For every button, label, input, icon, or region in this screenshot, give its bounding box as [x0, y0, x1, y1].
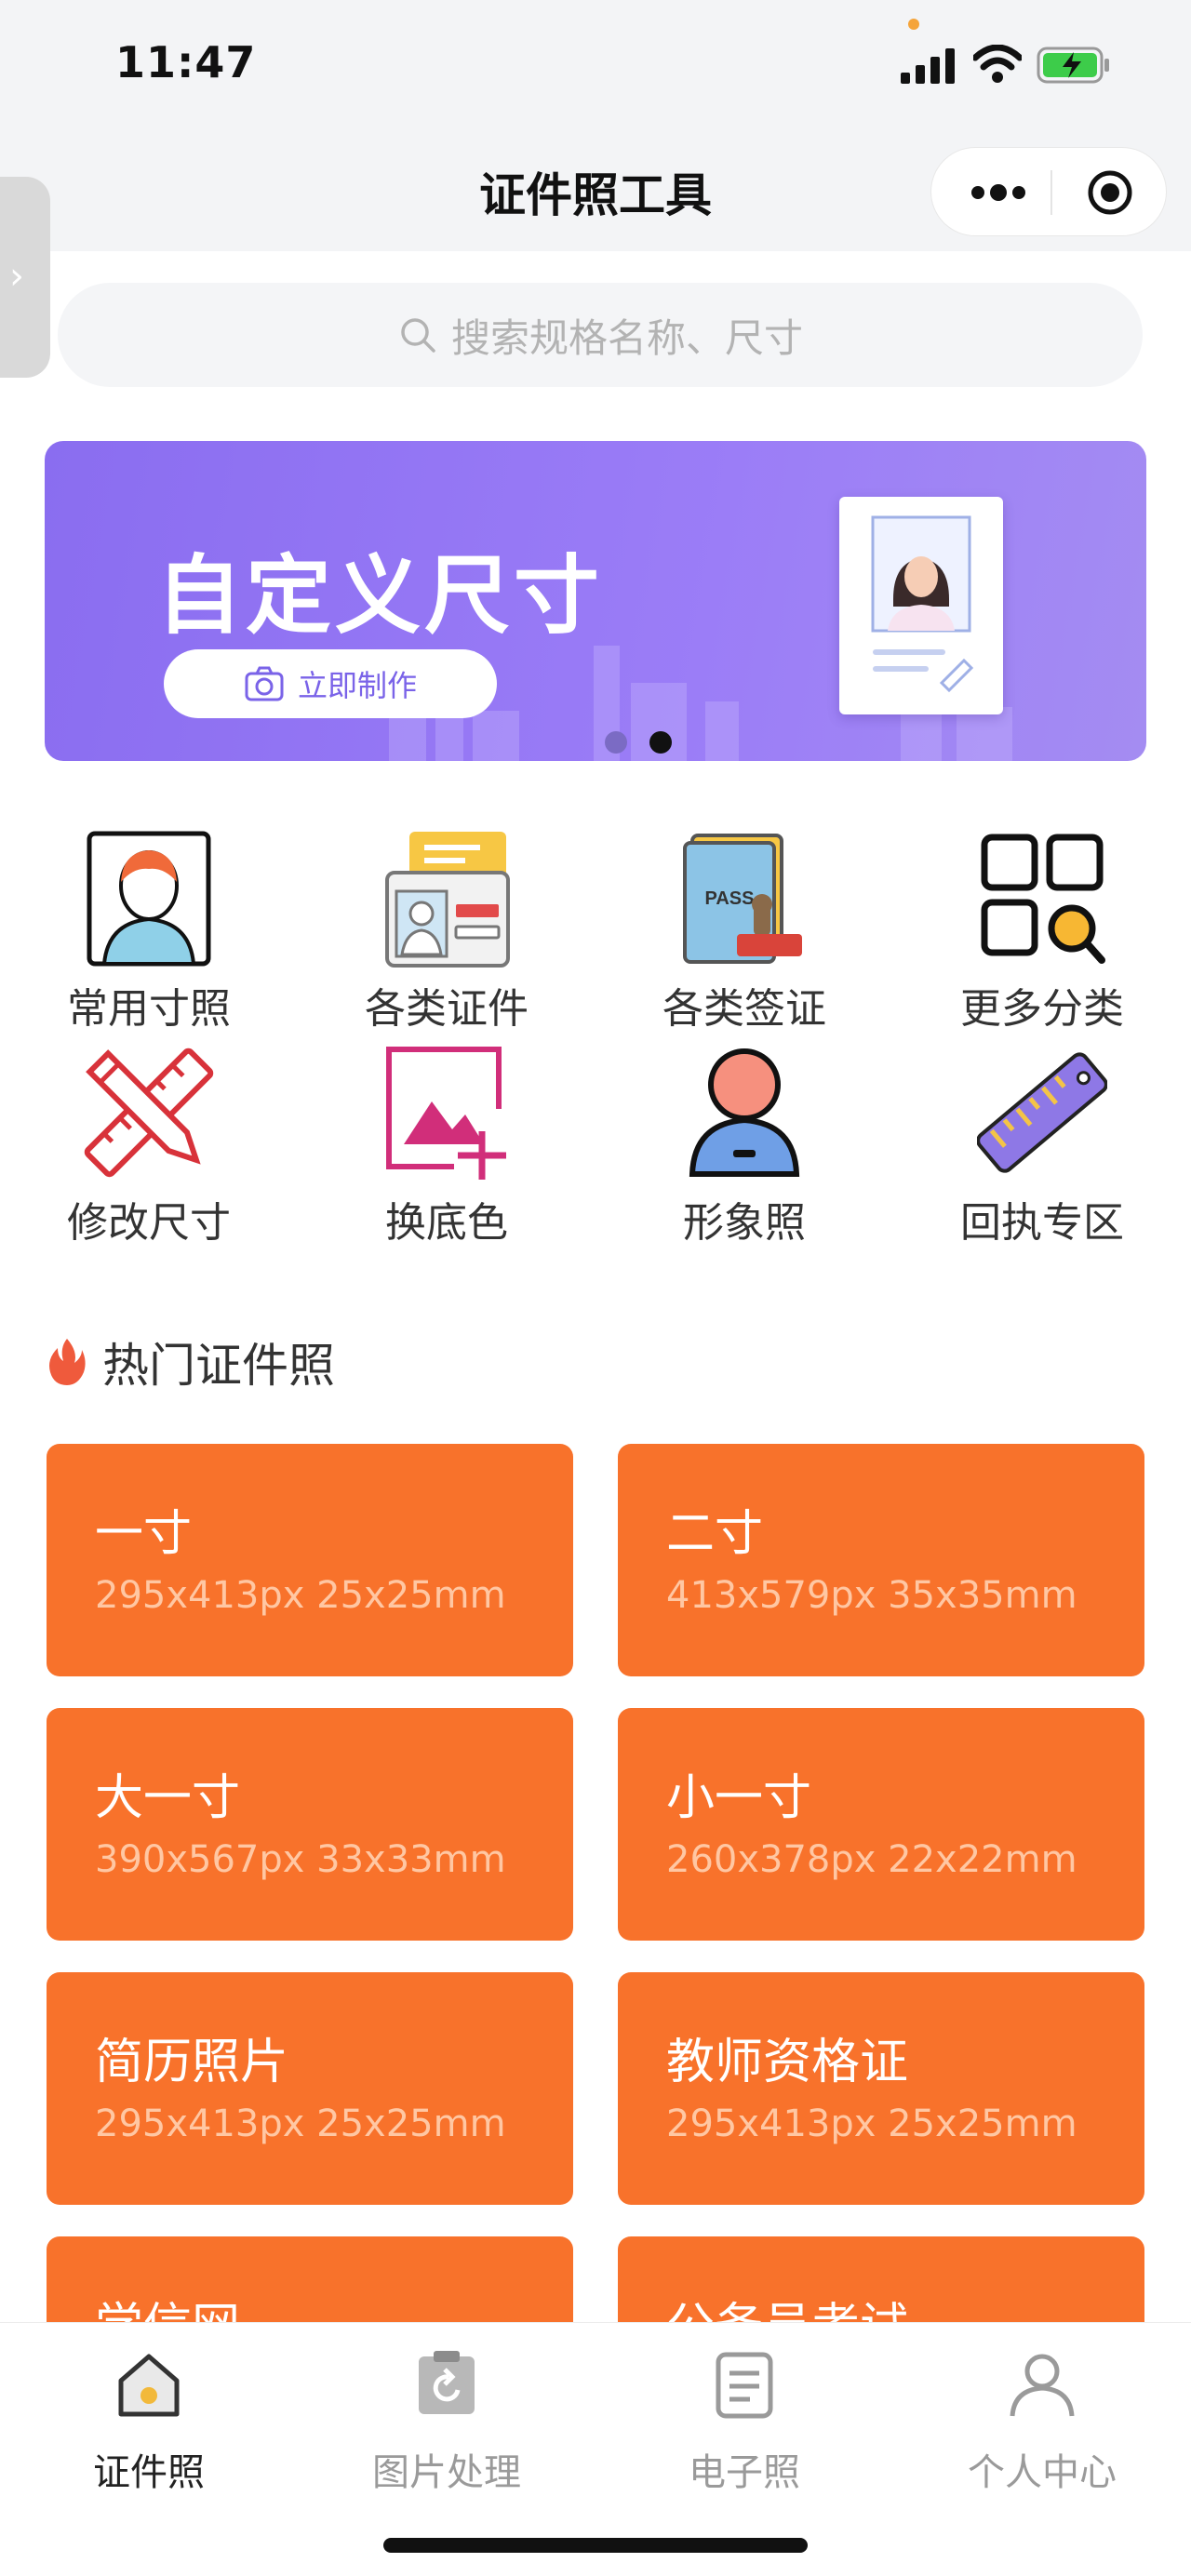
privacy-indicator-icon: [908, 19, 919, 30]
camera-icon: [245, 666, 284, 701]
document-icon: [716, 2352, 773, 2419]
spec-card[interactable]: 小一寸 260x378px 22x22mm: [618, 1708, 1144, 1941]
spec-card[interactable]: 教师资格证 295x413px 25x25mm: [618, 1972, 1144, 2205]
wifi-icon: [973, 45, 1022, 83]
category-visas[interactable]: PASS 各类签证: [596, 830, 893, 1044]
spec-card[interactable]: 二寸 413x579px 35x35mm: [618, 1444, 1144, 1676]
spec-card[interactable]: 一寸 295x413px 25x25mm: [47, 1444, 573, 1676]
tab-profile[interactable]: 个人中心: [893, 2349, 1191, 2494]
category-label: 换底色: [385, 1199, 508, 1247]
category-label: 常用寸照: [67, 985, 231, 1033]
tab-label: 证件照: [93, 2451, 205, 2494]
close-miniprogram-icon[interactable]: [1086, 168, 1134, 217]
spec-card-name: 简历照片: [95, 2035, 289, 2090]
ruler-icon: [977, 1052, 1107, 1173]
person-avatar-icon: [689, 1048, 800, 1177]
tab-image-process[interactable]: 图片处理: [298, 2349, 596, 2494]
category-label: 形象照: [683, 1199, 806, 1247]
spec-card[interactable]: 大一寸 390x567px 33x33mm: [47, 1708, 573, 1941]
tab-id-photo[interactable]: 证件照: [0, 2349, 298, 2494]
portrait-frame-icon: [87, 831, 211, 967]
banner-pager-dot-1[interactable]: [605, 731, 627, 754]
id-photo-card-illustration: [839, 497, 1003, 714]
category-label: 各类证件: [365, 985, 529, 1033]
image-add-icon: [386, 1047, 506, 1180]
category-receipt[interactable]: 回执专区: [893, 1044, 1191, 1258]
home-indicator: [383, 2538, 808, 2553]
search-icon: [401, 318, 435, 353]
tab-e-photo[interactable]: 电子照: [596, 2349, 893, 2494]
passport-stamp-icon: PASS: [683, 834, 802, 964]
spec-card-name: 大一寸: [95, 1770, 241, 1826]
category-change-bg[interactable]: 换底色: [298, 1044, 596, 1258]
banner-pager-dot-2[interactable]: [649, 731, 672, 754]
status-bar: 11:47: [0, 0, 1191, 130]
make-now-label: 立即制作: [297, 668, 417, 703]
capsule-divider: [1050, 170, 1052, 215]
category-more[interactable]: 更多分类: [893, 830, 1191, 1044]
category-label: 修改尺寸: [67, 1199, 231, 1247]
category-resize[interactable]: 修改尺寸: [0, 1044, 298, 1258]
tab-label: 图片处理: [372, 2451, 521, 2494]
pencil-ruler-icon: [84, 1048, 214, 1178]
spec-card-size: 390x567px 33x33mm: [95, 1838, 506, 1881]
battery-charging-icon: [1037, 47, 1109, 84]
tab-label: 个人中心: [968, 2451, 1117, 2494]
id-card-folder-icon: [385, 832, 510, 968]
category-label: 各类签证: [662, 985, 826, 1033]
more-options-icon[interactable]: [969, 176, 1028, 209]
banner-title: 自定义尺寸: [156, 546, 604, 646]
search-placeholder: 搜索规格名称、尺寸: [450, 314, 803, 361]
svg-text:PASS: PASS: [705, 888, 755, 909]
category-id-cards[interactable]: 各类证件: [298, 830, 596, 1044]
spec-card-size: 295x413px 25x25mm: [666, 2102, 1077, 2145]
hot-section-header: 热门证件照: [47, 1328, 335, 1395]
make-now-button[interactable]: 立即制作: [164, 649, 497, 718]
spec-card[interactable]: 简历照片 295x413px 25x25mm: [47, 1972, 573, 2205]
miniprogram-capsule: [930, 147, 1167, 236]
spec-card-size: 295x413px 25x25mm: [95, 1574, 506, 1617]
category-label: 更多分类: [960, 985, 1124, 1033]
category-portrait[interactable]: 形象照: [596, 1044, 893, 1258]
spec-card-name: 小一寸: [666, 1770, 812, 1826]
cellular-signal-icon: [901, 48, 955, 84]
tab-label: 电子照: [689, 2451, 800, 2494]
user-icon: [1010, 2354, 1075, 2417]
spec-card-name: 教师资格证: [666, 2035, 909, 2090]
promo-banner[interactable]: 自定义尺寸 立即制作: [45, 441, 1146, 761]
spec-card-size: 295x413px 25x25mm: [95, 2102, 506, 2145]
image-process-icon: [419, 2351, 475, 2414]
status-time: 11:47: [115, 37, 257, 87]
spec-card-name: 一寸: [95, 1506, 193, 1562]
chevron-right-icon: ›: [9, 255, 24, 298]
home-icon: [118, 2354, 180, 2417]
spec-card-name: 二寸: [666, 1506, 764, 1562]
category-common-size[interactable]: 常用寸照: [0, 830, 298, 1044]
hot-section-title: 热门证件照: [102, 1339, 335, 1393]
flame-icon: [49, 1339, 86, 1385]
search-input[interactable]: 搜索规格名称、尺寸: [58, 283, 1143, 387]
spec-card-size: 260x378px 22x22mm: [666, 1838, 1077, 1881]
grid-search-icon: [981, 834, 1105, 964]
category-label: 回执专区: [960, 1199, 1124, 1247]
spec-card-size: 413x579px 35x35mm: [666, 1574, 1077, 1617]
